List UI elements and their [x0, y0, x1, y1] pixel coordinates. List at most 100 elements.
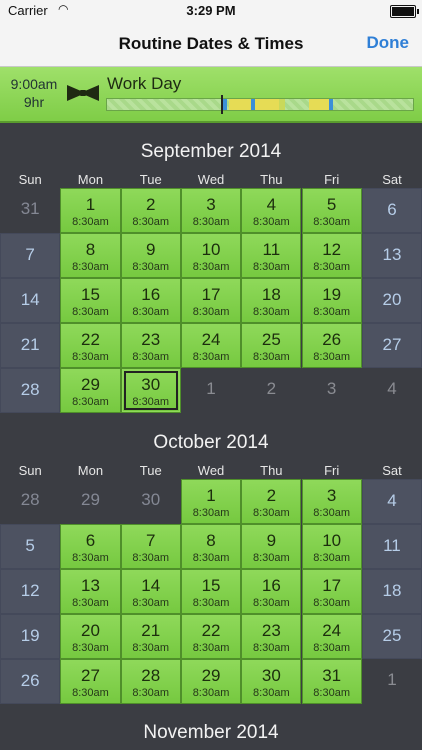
day-cell-routine[interactable]: 12 8:30am [301, 233, 362, 278]
day-number: 1 [206, 379, 216, 398]
day-cell-routine[interactable]: 24 8:30am [180, 323, 242, 368]
day-cell-routine[interactable]: 29 8:30am [180, 659, 242, 704]
day-cell-routine[interactable]: 10 8:30am [180, 233, 242, 278]
day-cell-routine[interactable]: 14 8:30am [120, 569, 181, 614]
day-start-time: 8:30am [132, 687, 170, 699]
day-number: 19 [322, 285, 342, 304]
day-cell-routine[interactable]: 19 8:30am [301, 278, 362, 323]
day-cell-routine[interactable]: 23 8:30am [120, 323, 181, 368]
day-cell-routine[interactable]: 27 8:30am [60, 659, 121, 704]
day-number: 21 [20, 335, 40, 354]
day-cell-routine[interactable]: 8 8:30am [180, 524, 242, 569]
day-cell-routine[interactable]: 10 8:30am [301, 524, 362, 569]
day-cell[interactable]: 14 [0, 278, 61, 323]
day-cell[interactable]: 6 [361, 188, 422, 233]
day-cell: 28 [0, 479, 60, 524]
day-number: 31 [322, 666, 342, 685]
routine-header[interactable]: 9:00am 9hr Work Day [0, 67, 422, 123]
day-cell-routine[interactable]: 30 8:30am [120, 368, 181, 413]
day-cell[interactable]: 18 [361, 569, 422, 614]
day-cell-routine[interactable]: 26 8:30am [301, 323, 362, 368]
day-cell[interactable]: 19 [0, 614, 61, 659]
weekday-label: Sat [382, 172, 402, 187]
day-cell-routine[interactable]: 25 8:30am [241, 323, 302, 368]
done-button[interactable]: Done [367, 33, 410, 53]
day-cell-routine[interactable]: 16 8:30am [120, 278, 181, 323]
day-number: 26 [20, 671, 40, 690]
day-cell[interactable]: 7 [0, 233, 61, 278]
day-cell[interactable]: 21 [0, 323, 61, 368]
day-start-time: 8:30am [252, 306, 290, 318]
day-start-time: 8:30am [72, 306, 109, 318]
bowtie-icon [67, 85, 99, 101]
day-number: 10 [201, 240, 221, 259]
day-number: 25 [261, 330, 281, 349]
day-cell-routine[interactable]: 9 8:30am [120, 233, 181, 278]
day-cell-routine[interactable]: 16 8:30am [241, 569, 302, 614]
day-start-time: 8:30am [313, 216, 350, 228]
day-number: 18 [382, 581, 402, 600]
day-cell[interactable]: 13 [361, 233, 422, 278]
day-number: 4 [266, 195, 277, 214]
day-cell-routine[interactable]: 30 8:30am [241, 659, 302, 704]
day-cell[interactable]: 28 [0, 368, 61, 413]
day-number: 4 [387, 379, 397, 398]
day-cell-routine[interactable]: 9 8:30am [241, 524, 302, 569]
day-cell[interactable]: 26 [0, 659, 61, 704]
day-number: 22 [80, 330, 100, 349]
weekday-label: Mon [77, 463, 104, 478]
day-cell-routine[interactable]: 31 8:30am [301, 659, 362, 704]
day-cell[interactable]: 27 [361, 323, 422, 368]
day-number: 6 [85, 531, 96, 550]
weekday-label: Thu [260, 463, 283, 478]
day-cell-routine[interactable]: 18 8:30am [241, 278, 302, 323]
day-cell-routine[interactable]: 17 8:30am [301, 569, 362, 614]
day-cell: 31 [0, 188, 60, 233]
day-cell[interactable]: 25 [361, 614, 422, 659]
day-start-time: 8:30am [72, 396, 109, 408]
month-title: September 2014 [140, 141, 282, 162]
timeline-segment [309, 99, 329, 110]
day-number: 3 [206, 195, 216, 214]
day-cell-routine[interactable]: 17 8:30am [180, 278, 242, 323]
day-number: 7 [146, 531, 156, 550]
weekday-label: Thu [260, 172, 283, 187]
day-start-time: 8:30am [72, 597, 109, 609]
day-cell-routine[interactable]: 15 8:30am [60, 278, 121, 323]
day-number: 29 [80, 375, 100, 394]
top-bar: Carrier ◠ 3:29 PM Routine Dates & Times … [0, 0, 422, 67]
day-cell[interactable]: 12 [0, 569, 61, 614]
day-cell-routine[interactable]: 15 8:30am [180, 569, 242, 614]
day-cell-routine[interactable]: 7 8:30am [120, 524, 181, 569]
day-cell-routine[interactable]: 8 8:30am [60, 233, 121, 278]
day-cell-routine[interactable]: 3 8:30am [180, 188, 242, 233]
day-cell[interactable]: 5 [0, 524, 61, 569]
day-number: 9 [266, 531, 277, 550]
day-cell-routine[interactable]: 22 8:30am [180, 614, 242, 659]
day-cell-routine[interactable]: 23 8:30am [241, 614, 302, 659]
day-number: 9 [146, 240, 156, 259]
day-cell[interactable]: 11 [361, 524, 422, 569]
day-cell-routine[interactable]: 21 8:30am [120, 614, 181, 659]
day-cell-routine[interactable]: 1 8:30am [60, 188, 121, 233]
day-cell-routine[interactable]: 6 8:30am [60, 524, 121, 569]
day-cell-routine[interactable]: 28 8:30am [120, 659, 181, 704]
day-cell[interactable]: 4 [361, 479, 422, 524]
day-number: 12 [322, 240, 342, 259]
day-cell-routine[interactable]: 5 8:30am [301, 188, 362, 233]
day-cell-routine[interactable]: 24 8:30am [301, 614, 362, 659]
day-cell-routine[interactable]: 13 8:30am [60, 569, 121, 614]
day-cell-routine[interactable]: 3 8:30am [301, 479, 362, 524]
day-cell-routine[interactable]: 20 8:30am [60, 614, 121, 659]
day-number: 14 [141, 576, 161, 595]
day-cell-routine[interactable]: 22 8:30am [60, 323, 121, 368]
day-start-time: 8:30am [252, 552, 290, 564]
day-cell-routine[interactable]: 29 8:30am [60, 368, 121, 413]
day-cell[interactable]: 20 [361, 278, 422, 323]
day-cell-routine[interactable]: 1 8:30am [180, 479, 242, 524]
day-cell-routine[interactable]: 2 8:30am [120, 188, 181, 233]
day-cell-routine[interactable]: 4 8:30am [241, 188, 302, 233]
day-cell-routine[interactable]: 11 8:30am [241, 233, 302, 278]
day-start-time: 8:30am [72, 351, 109, 363]
day-cell-routine[interactable]: 2 8:30am [241, 479, 302, 524]
